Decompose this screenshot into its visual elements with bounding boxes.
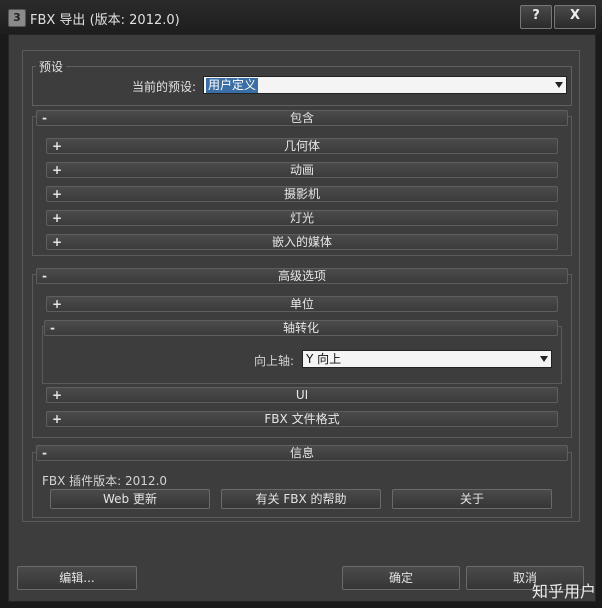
title-bar: 3 FBX 导出 (版本: 2012.0) ? X [0,0,602,34]
rollout-label: 动画 [289,163,314,177]
ok-button[interactable]: 确定 [342,566,460,590]
info-header-label: 信息 [289,446,314,460]
advanced-rollout-header[interactable]: - 高级选项 [36,268,568,284]
close-button[interactable]: X [554,5,596,29]
rollout-label: UI [295,388,309,402]
rollout-label: 几何体 [283,139,320,153]
rollout-label: 轴转化 [282,321,319,335]
help-button[interactable]: ? [520,5,552,29]
watermark-text: 知乎用户 [531,582,596,601]
chevron-down-icon[interactable] [540,356,548,362]
rollout-ui[interactable]: + UI [46,387,558,403]
include-header-label: 包含 [289,111,314,125]
rollout-label: 灯光 [289,211,314,225]
rollout-label: 摄影机 [283,187,320,201]
rollout-axis-conversion[interactable]: - 轴转化 [44,320,558,336]
plugin-version-text: FBX 插件版本: 2012.0 [42,474,168,488]
rollout-label: 嵌入的媒体 [271,235,332,249]
info-rollout-header[interactable]: - 信息 [36,445,568,461]
rollout-lights[interactable]: + 灯光 [46,210,558,226]
up-axis-label: 向上轴: [254,354,295,368]
rollout-camera[interactable]: + 摄影机 [46,186,558,202]
web-update-button[interactable]: Web 更新 [50,489,210,509]
up-axis-dropdown[interactable]: Y 向上 [302,350,552,368]
app-icon: 3 [8,9,26,27]
current-preset-label: 当前的预设: [132,80,197,94]
rollout-embed-media[interactable]: + 嵌入的媒体 [46,234,558,250]
edit-button[interactable]: 编辑... [17,566,137,590]
rollout-fbx-file-format[interactable]: + FBX 文件格式 [46,411,558,427]
preset-group-label: 预设 [36,58,67,75]
chevron-down-icon[interactable] [555,82,563,88]
include-rollout-header[interactable]: - 包含 [36,110,568,126]
rollout-units[interactable]: + 单位 [46,296,558,312]
up-axis-value: Y 向上 [306,352,342,366]
preset-dropdown-value: 用户定义 [206,78,259,93]
fbx-help-button[interactable]: 有关 FBX 的帮助 [221,489,381,509]
advanced-header-label: 高级选项 [277,269,326,283]
window-title: FBX 导出 (版本: 2012.0) [30,13,180,28]
rollout-label: FBX 文件格式 [264,412,340,426]
about-button[interactable]: 关于 [392,489,552,509]
rollout-geometry[interactable]: + 几何体 [46,138,558,154]
rollout-animation[interactable]: + 动画 [46,162,558,178]
preset-dropdown[interactable]: 用户定义 [203,76,567,94]
rollout-label: 单位 [289,297,314,311]
